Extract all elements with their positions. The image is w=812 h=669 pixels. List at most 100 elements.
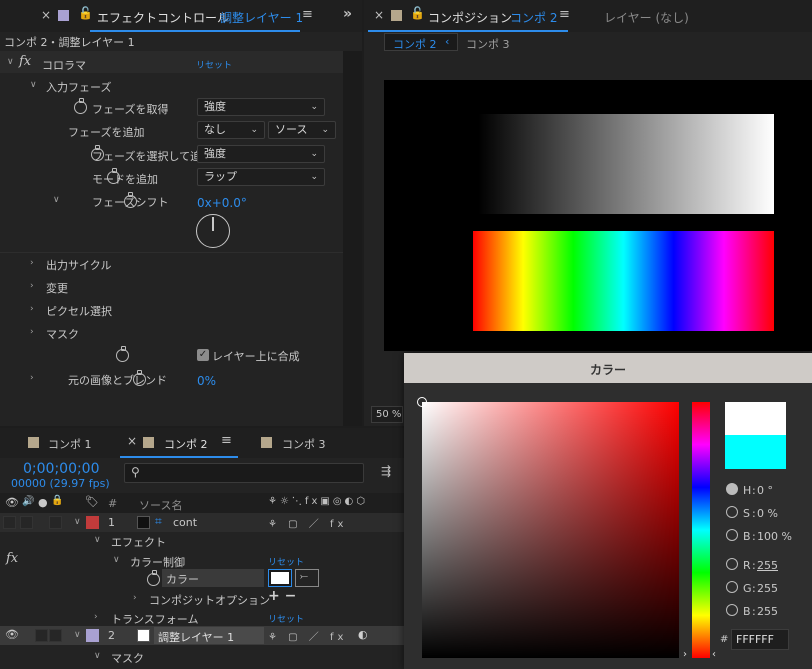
chevron-right-icon[interactable]: › [94, 612, 98, 622]
angle-dial[interactable] [196, 214, 230, 248]
chevron-down-icon[interactable]: ∨ [94, 535, 101, 545]
blend-value[interactable]: 0% [197, 374, 216, 388]
saturation-brightness-field[interactable] [417, 397, 679, 658]
fx-icon[interactable]: fx [19, 54, 31, 69]
label-tag-icon[interactable]: 🏷 [85, 495, 99, 508]
timeline-tab-comp2[interactable]: コンポ 2 [164, 436, 208, 452]
timeline-search-input[interactable]: ⚲ [124, 463, 364, 483]
lock-icon[interactable]: 🔓 [78, 6, 93, 20]
blue-value[interactable]: 255 [757, 605, 778, 618]
pixel-select-group[interactable]: ピクセル選択 [46, 303, 112, 319]
panel-menu-icon[interactable]: ≡ [302, 7, 313, 22]
layer-row-1[interactable]: ∨ 1 ⌗ cont ⚘ ▢ ／ fx [0, 513, 404, 532]
stopwatch-icon[interactable] [147, 570, 160, 586]
eyedropper-button[interactable]: ⤚ [295, 569, 319, 587]
close-icon[interactable]: × [41, 8, 51, 22]
chevron-right-icon[interactable]: › [30, 258, 34, 268]
hue-slider[interactable] [692, 402, 710, 658]
timecode[interactable]: 0;00;00;00 [23, 461, 100, 477]
eye-icon[interactable]: 👁 [5, 496, 19, 509]
hue-slider-arrow-left[interactable]: › [683, 649, 687, 660]
lock-icon[interactable]: 🔒 [51, 495, 63, 506]
timeline-tab-comp3[interactable]: コンポ 3 [282, 436, 326, 452]
modify-group[interactable]: 変更 [46, 280, 68, 296]
lock-icon[interactable]: 🔓 [410, 6, 425, 20]
saturation-value[interactable]: 0 % [757, 507, 778, 520]
close-icon[interactable]: × [374, 8, 384, 22]
chevron-down-icon[interactable]: ∨ [53, 195, 60, 205]
fx-icon[interactable]: fx [6, 551, 18, 566]
chevron-right-icon[interactable]: › [133, 593, 137, 603]
layer-row-2[interactable]: 👁 ∨ 2 調整レイヤー 1 ⚘ ▢ ／ fx ◐ [0, 626, 404, 645]
output-cycle-group[interactable]: 出力サイクル [46, 257, 111, 273]
hex-input[interactable]: FFFFFF [731, 629, 789, 650]
blue-radio-row[interactable]: B: 255 [726, 604, 806, 620]
mask-group[interactable]: マスク [111, 650, 144, 666]
timeline-tab-comp1[interactable]: コンポ 1 [48, 436, 92, 452]
red-radio-row[interactable]: R: 255 [726, 558, 806, 574]
flowchart-icon[interactable]: ⇶ [381, 464, 391, 478]
comp-viewer[interactable] [384, 80, 812, 351]
scrollbar[interactable] [343, 51, 362, 426]
panel-menu-icon[interactable]: ≡ [559, 7, 570, 22]
select-phase-dropdown[interactable]: 強度 ⌄ [197, 145, 325, 163]
effect-name[interactable]: コロラマ [42, 57, 86, 73]
add-mode-dropdown[interactable]: ラップ ⌄ [197, 168, 325, 186]
hue-slider-arrow-right[interactable]: ‹ [712, 649, 716, 660]
green-radio[interactable] [726, 581, 738, 593]
effects-group[interactable]: エフェクト [111, 534, 166, 550]
color-control-reset[interactable]: リセット [268, 555, 304, 568]
add-remove-buttons[interactable]: + − [268, 588, 296, 604]
zoom-dropdown[interactable]: 50 % [371, 406, 403, 423]
comp-panel-comp-name[interactable]: コンポ 2 [510, 9, 557, 26]
input-phase-group[interactable]: 入力フェーズ [46, 79, 111, 95]
hue-value[interactable]: 0 ° [757, 484, 773, 497]
solo-icon[interactable]: ● [38, 496, 48, 509]
green-value[interactable]: 255 [757, 582, 778, 595]
effect-reset-link[interactable]: リセット [196, 58, 232, 71]
stopwatch-icon[interactable] [116, 346, 129, 362]
brightness-radio[interactable] [726, 529, 738, 541]
add-phase-source-dropdown[interactable]: ソース ⌄ [268, 121, 336, 139]
hue-radio[interactable] [726, 483, 738, 495]
chevron-right-icon[interactable]: › [30, 327, 34, 337]
composite-checkbox[interactable]: ✓ [197, 349, 209, 361]
green-radio-row[interactable]: G: 255 [726, 581, 806, 597]
chevron-down-icon[interactable]: ∨ [74, 517, 81, 527]
panel-expand-icon[interactable]: » [343, 6, 352, 22]
mask-group[interactable]: マスク [46, 326, 79, 342]
effect-panel-layer-name[interactable]: 調整レイヤー 1 [220, 9, 303, 26]
saturation-radio[interactable] [726, 506, 738, 518]
red-radio[interactable] [726, 558, 738, 570]
add-phase-dropdown[interactable]: なし ⌄ [197, 121, 265, 139]
layer-switches[interactable]: ⚘ ▢ ／ fx [268, 628, 347, 643]
comp-panel-title[interactable]: コンポジション [428, 9, 512, 26]
get-phase-dropdown[interactable]: 強度 ⌄ [197, 98, 325, 116]
hue-radio-row[interactable]: H: 0 ° [726, 483, 806, 499]
layer-name[interactable]: cont [173, 516, 197, 529]
comp-breadcrumb-active[interactable]: コンポ 2 ‹ [384, 33, 458, 51]
brightness-value[interactable]: 100 % [757, 530, 792, 543]
color-swatch-white[interactable] [268, 569, 292, 587]
layer-name-field[interactable]: 調整レイヤー 1 [154, 627, 264, 644]
saturation-radio-row[interactable]: S: 0 % [726, 506, 806, 522]
chevron-down-icon[interactable]: ∨ [94, 651, 101, 661]
composite-options[interactable]: コンポジットオプション [149, 592, 270, 608]
red-value[interactable]: 255 [757, 559, 778, 572]
chevron-down-icon[interactable]: ∨ [7, 57, 14, 67]
original-color-swatch[interactable] [725, 435, 786, 469]
color-control-effect[interactable]: カラー制御 [130, 554, 185, 570]
color-property-row[interactable]: カラー [162, 569, 264, 587]
transform-group[interactable]: トランスフォーム [111, 611, 198, 627]
chevron-right-icon[interactable]: › [30, 281, 34, 291]
layer-label-color[interactable] [86, 516, 99, 529]
field-cursor[interactable] [417, 397, 427, 407]
effect-panel-title[interactable]: エフェクトコントロール [97, 9, 229, 26]
eye-icon[interactable]: 👁 [5, 628, 19, 641]
chevron-down-icon[interactable]: ∨ [74, 630, 81, 640]
brightness-radio-row[interactable]: B: 100 % [726, 529, 810, 545]
column-source-header[interactable]: ソース名 [139, 497, 182, 513]
chevron-right-icon[interactable]: › [30, 304, 34, 314]
audio-icon[interactable]: 🔊 [22, 496, 34, 507]
layer-panel-tab[interactable]: レイヤー (なし) [604, 9, 689, 26]
